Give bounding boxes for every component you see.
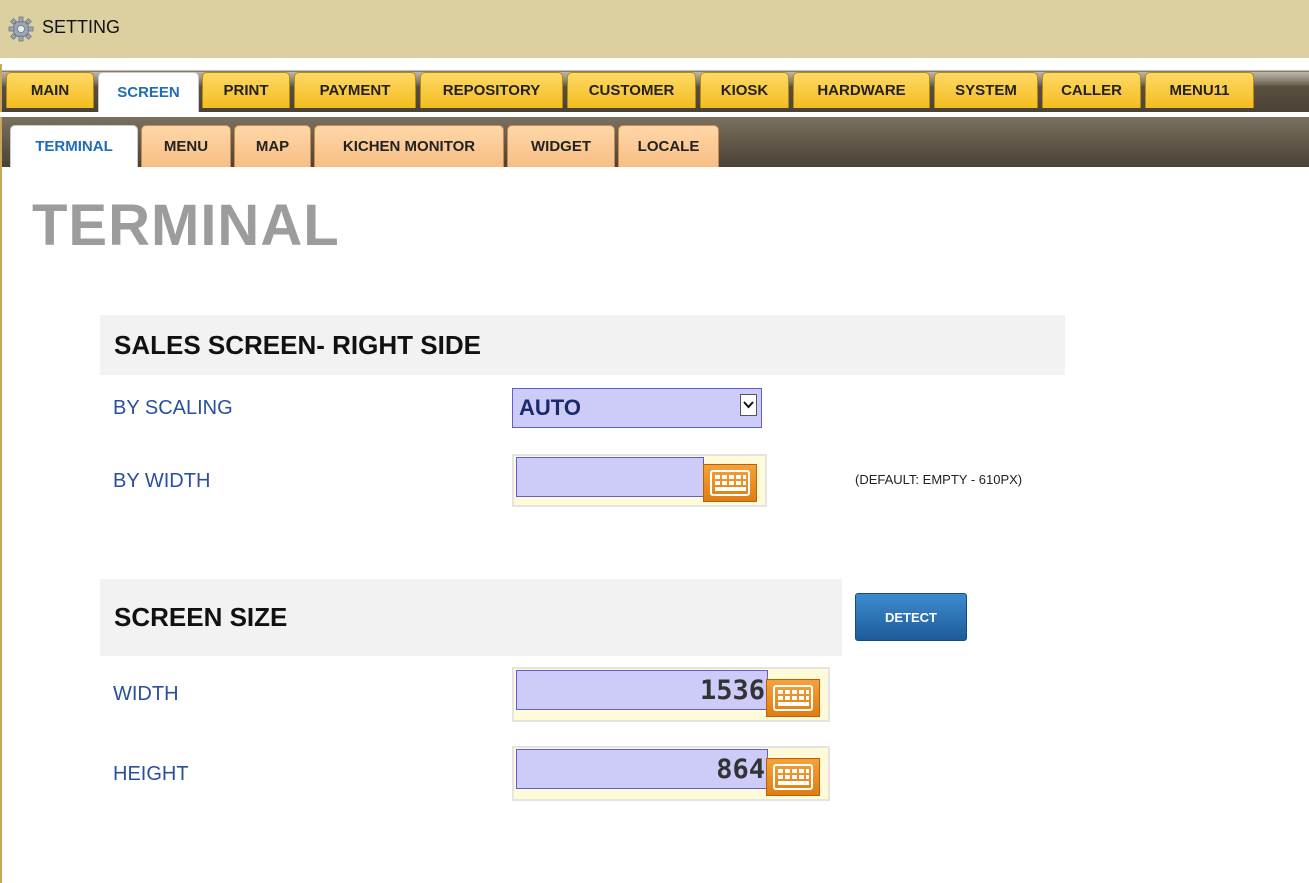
width-input-group: 1536 xyxy=(512,667,830,722)
by-width-label: BY WIDTH xyxy=(113,470,211,492)
tab-repository[interactable]: REPOSITORY xyxy=(420,72,563,108)
section-header-screen-size: SCREEN SIZE xyxy=(100,579,842,656)
subtab-kichen-monitor[interactable]: KICHEN MONITOR xyxy=(314,125,504,167)
subtab-locale[interactable]: LOCALE xyxy=(618,125,719,167)
width-input[interactable]: 1536 xyxy=(516,670,768,710)
subtab-menu[interactable]: MENU xyxy=(141,125,231,167)
tab-customer[interactable]: CUSTOMER xyxy=(567,72,696,108)
tab-menu11[interactable]: MENU11 xyxy=(1145,72,1254,108)
subtab-widget[interactable]: WIDGET xyxy=(507,125,615,167)
gear-icon xyxy=(8,16,34,42)
keyboard-icon xyxy=(710,470,750,496)
height-label: HEIGHT xyxy=(113,763,189,785)
tab-print[interactable]: PRINT xyxy=(202,72,290,108)
sub-tab-bar: TERMINAL MENU MAP KICHEN MONITOR WIDGET … xyxy=(0,117,1309,167)
tab-hardware[interactable]: HARDWARE xyxy=(793,72,930,108)
section-title: SCREEN SIZE xyxy=(114,602,288,632)
tab-screen[interactable]: SCREEN xyxy=(98,72,199,112)
by-width-input[interactable] xyxy=(516,457,704,497)
tab-kiosk[interactable]: KIOSK xyxy=(700,72,789,108)
keyboard-icon xyxy=(773,764,813,790)
by-scaling-label: BY SCALING xyxy=(113,397,233,419)
page-title: TERMINAL xyxy=(32,193,340,258)
height-input-group: 864 xyxy=(512,746,830,801)
tab-system[interactable]: SYSTEM xyxy=(934,72,1038,108)
by-width-hint: (DEFAULT: EMPTY - 610PX) xyxy=(855,472,1023,487)
tab-payment[interactable]: PAYMENT xyxy=(294,72,416,108)
title-bar: SETTING xyxy=(0,0,1309,58)
keyboard-button[interactable] xyxy=(703,464,757,502)
by-scaling-value: AUTO xyxy=(519,395,581,420)
tab-main[interactable]: MAIN xyxy=(6,72,94,108)
detect-button[interactable]: DETECT xyxy=(855,593,967,641)
subtab-map[interactable]: MAP xyxy=(234,125,311,167)
by-width-input-group xyxy=(512,454,767,507)
keyboard-button[interactable] xyxy=(766,679,820,717)
keyboard-icon xyxy=(773,685,813,711)
section-header-sales-screen: SALES SCREEN- RIGHT SIDE xyxy=(100,315,1065,375)
tab-caller[interactable]: CALLER xyxy=(1042,72,1141,108)
width-label: WIDTH xyxy=(113,683,179,705)
content-left-border xyxy=(0,167,2,883)
height-input[interactable]: 864 xyxy=(516,749,768,789)
window-title: SETTING xyxy=(42,17,121,37)
by-scaling-select[interactable]: AUTO xyxy=(512,388,762,428)
subtab-terminal[interactable]: TERMINAL xyxy=(10,125,138,167)
chevron-down-icon[interactable] xyxy=(740,394,757,416)
main-tab-bar: MAIN SCREEN PRINT PAYMENT REPOSITORY CUS… xyxy=(0,64,1309,112)
keyboard-button[interactable] xyxy=(766,758,820,796)
section-title: SALES SCREEN- RIGHT SIDE xyxy=(114,329,481,360)
